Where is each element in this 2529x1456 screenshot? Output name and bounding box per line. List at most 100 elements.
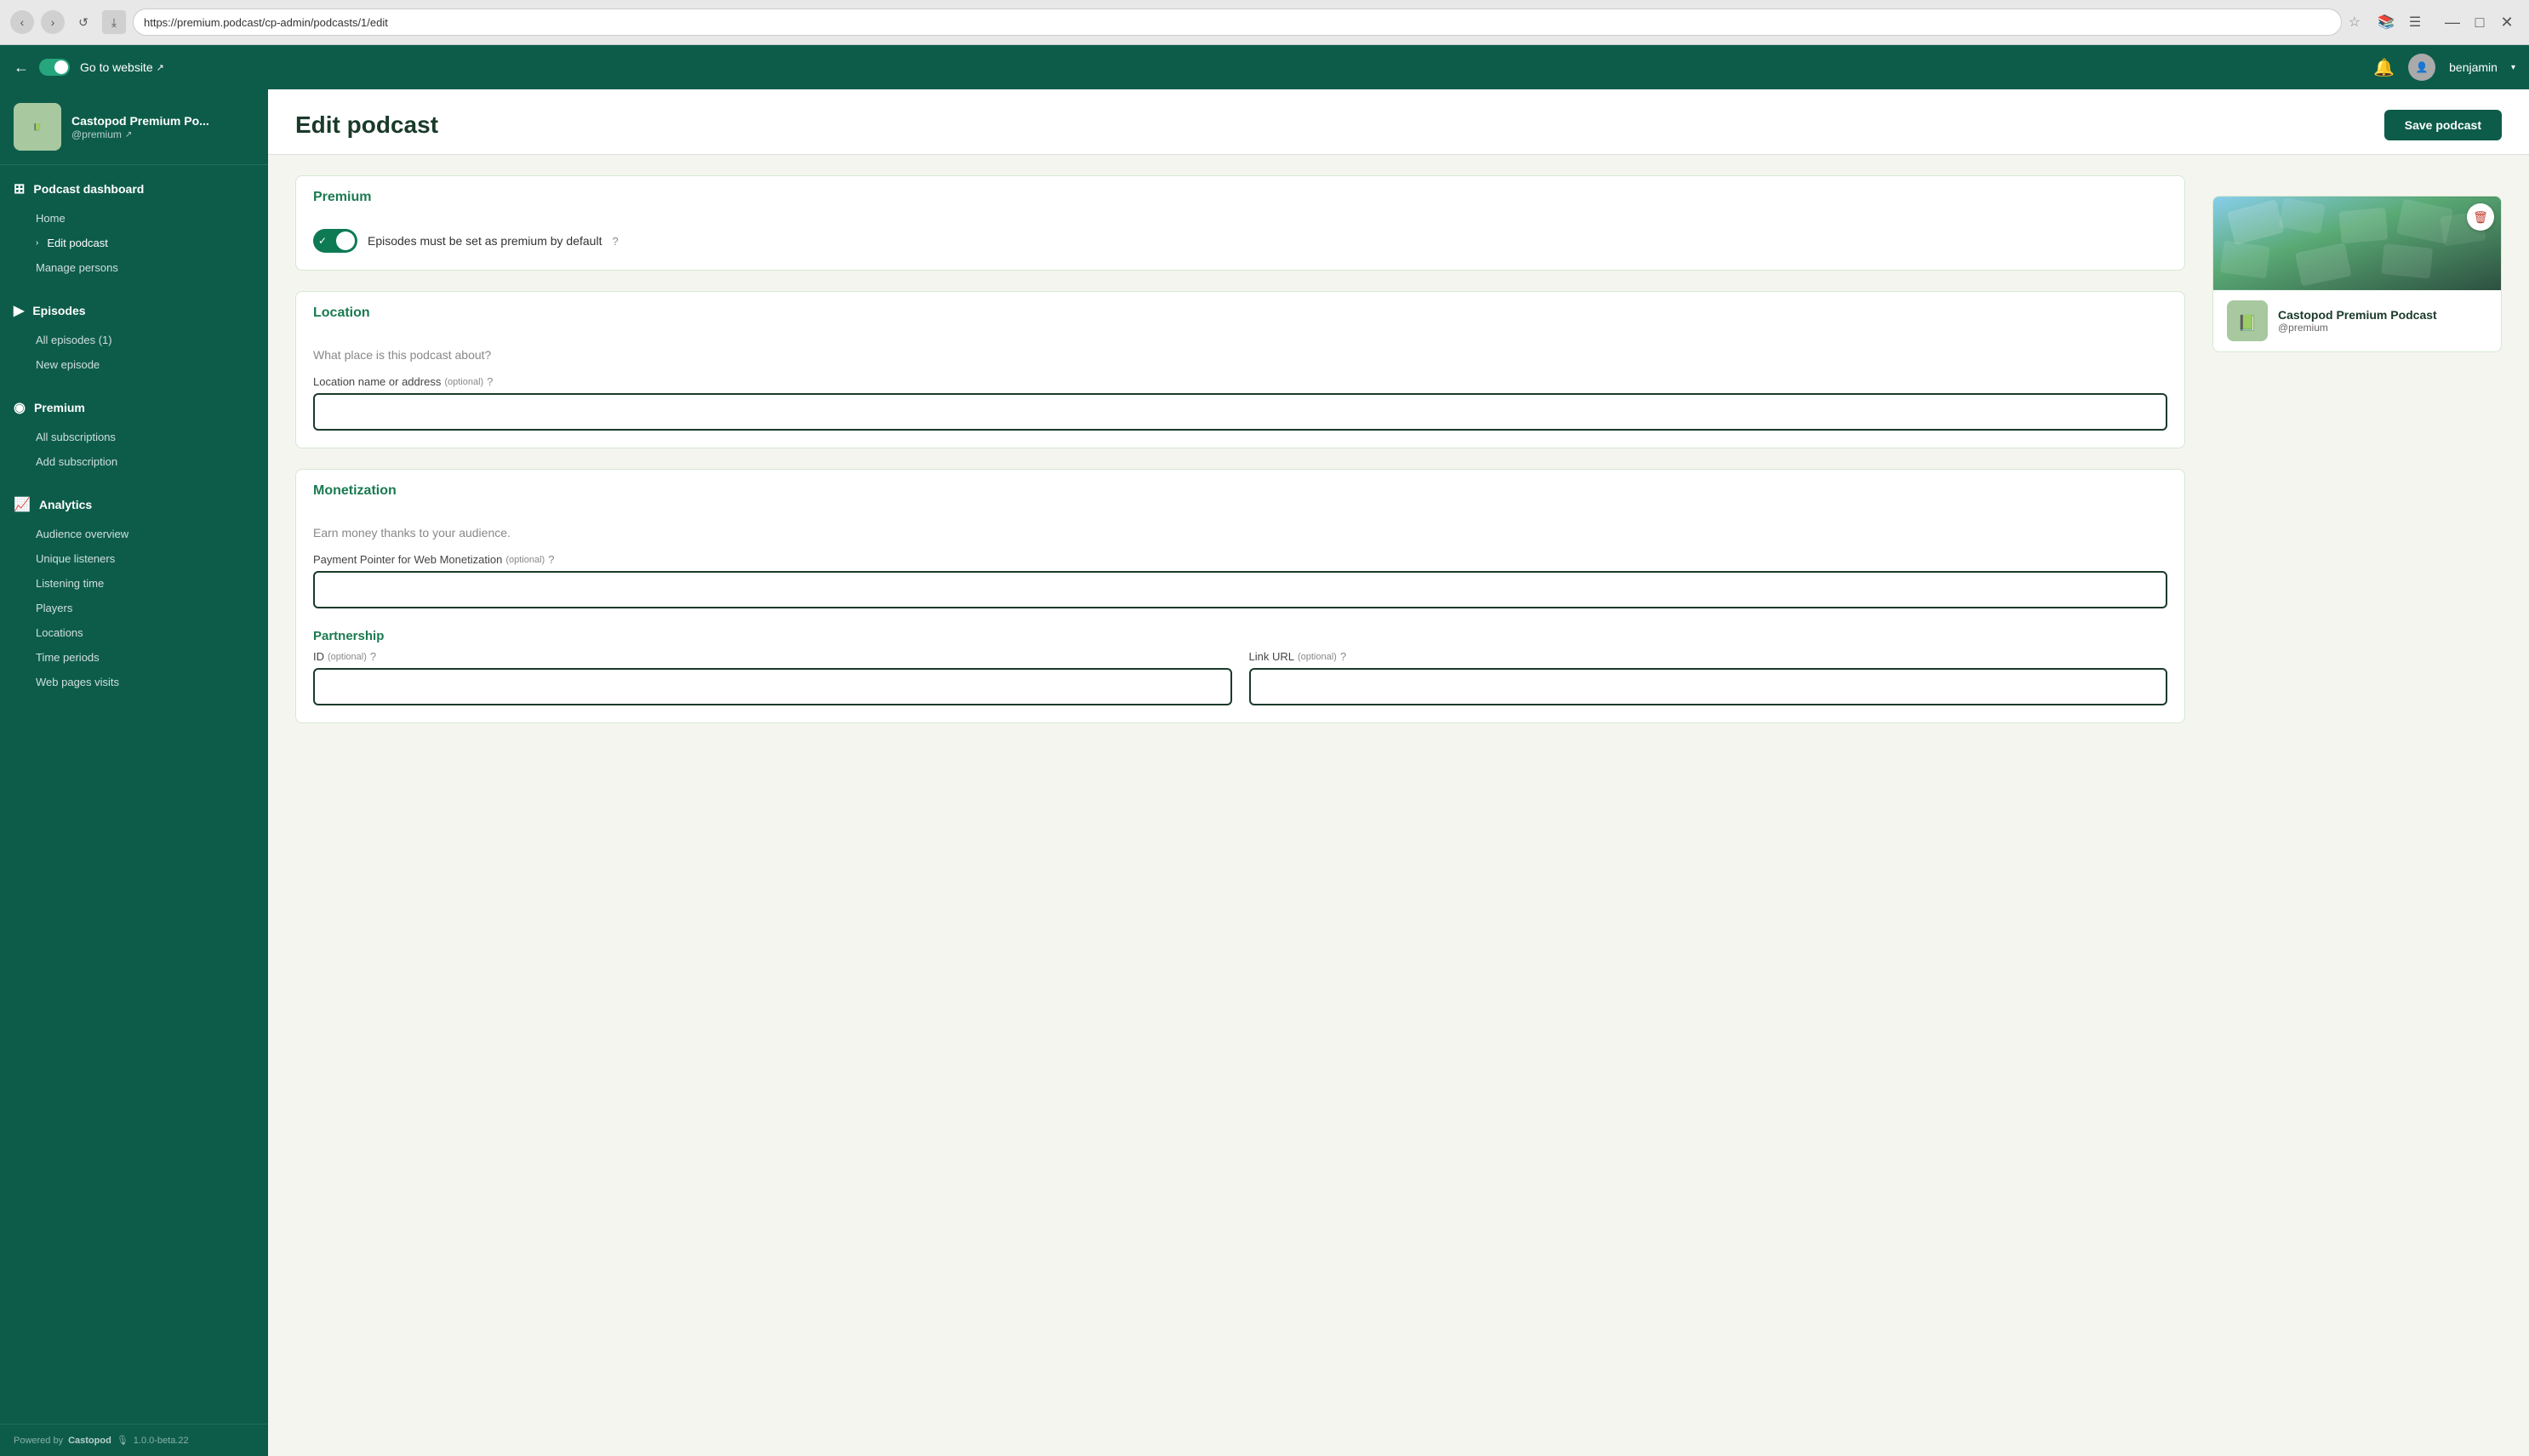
url-text: https://premium.podcast/cp-admin/podcast… [144,16,388,29]
episodes-label: Episodes [32,304,85,317]
podcast-name: Castopod Premium Po... [71,113,254,128]
payment-help-icon[interactable]: ? [548,553,554,566]
monetization-card: Monetization Earn money thanks to your a… [295,469,2185,723]
episodes-icon: ▶ [14,302,24,319]
site-toggle[interactable] [39,59,70,76]
audience-overview-label: Audience overview [36,528,128,540]
top-bar: ← Go to website ↗ 🔔 👤 benjamin ▾ [0,45,2529,89]
players-label: Players [36,602,72,614]
address-bar[interactable]: https://premium.podcast/cp-admin/podcast… [133,9,2342,36]
go-to-website-button[interactable]: Go to website ↗ [80,60,164,74]
content-main: Premium ✓ Episodes must be set as premiu… [295,175,2185,744]
partnership-title: Partnership [313,629,2167,650]
unique-listeners-label: Unique listeners [36,552,115,565]
id-label: ID (optional) ? [313,650,1232,663]
dashboard-label: Podcast dashboard [33,182,144,196]
reload-button[interactable]: ↺ [71,10,95,34]
sidebar-item-manage-persons[interactable]: Manage persons [0,255,268,280]
content-area: Edit podcast Save podcast Premium [268,89,2529,1456]
id-help-icon[interactable]: ? [370,650,376,663]
page-title: Edit podcast [295,111,438,139]
go-to-website-label: Go to website [80,60,153,74]
link-url-help-icon[interactable]: ? [1340,650,1346,663]
sidebar-item-new-episode[interactable]: New episode [0,352,268,377]
main-layout: 📗 Castopod Premium Po... @premium ↗ ⊞ Po… [0,89,2529,1456]
sidebar-item-listening-time[interactable]: Listening time [0,571,268,596]
dashboard-icon: ⊞ [14,180,25,197]
podcast-handle-text: @premium [71,128,122,140]
podcast-cover-image: 🗑 [2213,197,2501,290]
payment-pointer-input[interactable] [313,571,2167,608]
back-button[interactable]: ‹ [10,10,34,34]
monetization-card-title: Monetization [296,470,2184,509]
browser-actions: 📚 ☰ [2374,10,2427,34]
star-button[interactable]: ☆ [2349,14,2361,31]
brand-icon: 🎙 [117,1435,128,1446]
monetization-description: Earn money thanks to your audience. [313,526,2167,540]
podcast-card-name: Castopod Premium Podcast [2278,308,2437,322]
sidebar-item-edit-podcast[interactable]: › Edit podcast [0,231,268,255]
sidebar-item-add-subscription[interactable]: Add subscription [0,449,268,474]
add-subscription-label: Add subscription [36,455,117,468]
id-field-group: ID (optional) ? [313,650,1232,705]
sidebar-item-locations[interactable]: Locations [0,620,268,645]
podcast-handle: @premium ↗ [71,128,254,140]
premium-toggle[interactable]: ✓ [313,229,357,253]
user-dropdown-icon[interactable]: ▾ [2511,63,2515,72]
sidebar-item-players[interactable]: Players [0,596,268,620]
analytics-label: Analytics [39,498,92,511]
nav-section-analytics: 📈 Analytics Audience overview Unique lis… [0,481,268,701]
dashboard-header[interactable]: ⊞ Podcast dashboard [0,172,268,206]
podcast-external-icon[interactable]: ↗ [125,130,132,140]
time-periods-label: Time periods [36,651,100,664]
partnership-link-url-input[interactable] [1249,668,2168,705]
podcast-info: Castopod Premium Po... @premium ↗ [71,113,254,140]
bookmark-button[interactable]: ⤓ [102,10,126,34]
payment-label-text: Payment Pointer for Web Monetization [313,553,502,566]
save-podcast-button[interactable]: Save podcast [2384,110,2502,140]
premium-card-title: Premium [296,176,2184,215]
close-button[interactable]: ✕ [2495,10,2519,34]
podcast-cover-inner [2213,197,2501,290]
sidebar-item-audience-overview[interactable]: Audience overview [0,522,268,546]
sidebar-item-web-pages-visits[interactable]: Web pages visits [0,670,268,694]
toggle-row: ✓ Episodes must be set as premium by def… [313,229,2167,253]
minimize-button[interactable]: — [2441,10,2464,34]
premium-help-icon[interactable]: ? [612,235,618,248]
toggle-knob [336,231,355,250]
sidebar-item-time-periods[interactable]: Time periods [0,645,268,670]
home-label: Home [36,212,66,225]
sidebar-item-unique-listeners[interactable]: Unique listeners [0,546,268,571]
sidebar-item-all-subscriptions[interactable]: All subscriptions [0,425,268,449]
podcast-card-info: 📗 Castopod Premium Podcast @premium [2213,290,2501,351]
sidebar-item-all-episodes[interactable]: All episodes (1) [0,328,268,352]
nav-section-dashboard: ⊞ Podcast dashboard Home › Edit podcast … [0,165,268,287]
external-link-icon: ↗ [157,62,164,73]
sidebar-footer: Powered by Castopod 🎙 1.0.0-beta.22 [0,1424,268,1456]
extensions-button[interactable]: 📚 [2374,10,2398,34]
toggle-label-text: Episodes must be set as premium by defau… [368,234,602,248]
nav-section-episodes: ▶ Episodes All episodes (1) New episode [0,287,268,384]
location-input[interactable] [313,393,2167,431]
forward-button[interactable]: › [41,10,65,34]
location-help-icon[interactable]: ? [487,375,493,388]
notification-button[interactable]: 🔔 [2373,57,2395,78]
analytics-header[interactable]: 📈 Analytics [0,488,268,522]
analytics-icon: 📈 [14,496,31,513]
listening-time-label: Listening time [36,577,104,590]
sidebar-item-home[interactable]: Home [0,206,268,231]
partnership-id-input[interactable] [313,668,1232,705]
premium-header[interactable]: ◉ Premium [0,391,268,425]
delete-cover-button[interactable]: 🗑 [2467,203,2494,231]
back-nav-button[interactable]: ← [14,59,29,77]
podcast-card-text: Castopod Premium Podcast @premium [2278,308,2437,334]
brand-logo: Castopod [68,1436,111,1446]
maximize-button[interactable]: □ [2468,10,2492,34]
content-body: Premium ✓ Episodes must be set as premiu… [268,155,2529,1456]
podcast-card-avatar: 📗 [2227,300,2268,341]
delete-icon: 🗑 [2473,210,2488,225]
menu-button[interactable]: ☰ [2403,10,2427,34]
payment-label: Payment Pointer for Web Monetization (op… [313,553,2167,566]
episodes-header[interactable]: ▶ Episodes [0,294,268,328]
premium-icon: ◉ [14,399,26,416]
